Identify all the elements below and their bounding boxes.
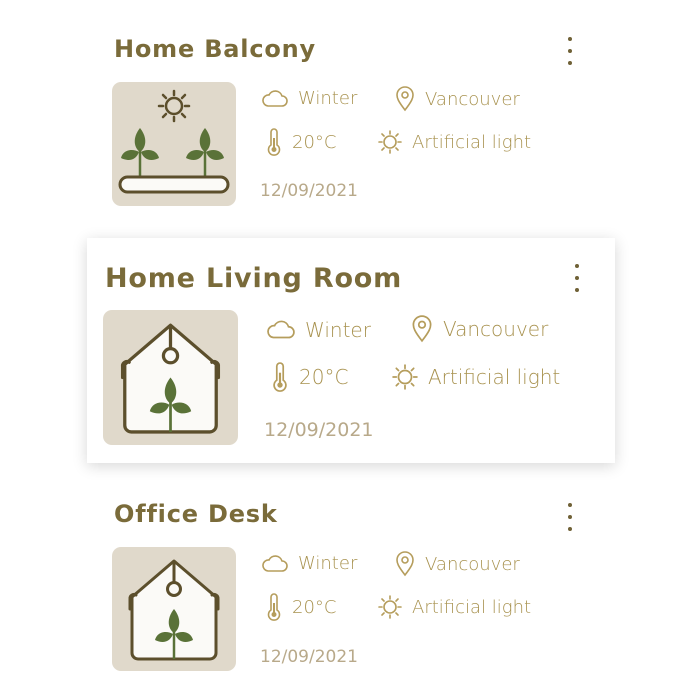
greenhouse-icon: [120, 323, 221, 434]
location-info: Vancouver: [395, 551, 520, 577]
menu-dot: [568, 503, 572, 507]
cloud-icon: [262, 554, 288, 572]
more-options-button[interactable]: [565, 37, 575, 65]
temperature-info: 20°C: [266, 128, 336, 156]
menu-dot: [575, 264, 579, 268]
season-info: Winter: [262, 553, 357, 574]
temperature-label: 20°C: [292, 596, 337, 618]
menu-dot: [568, 37, 572, 41]
location-label: Vancouver: [425, 88, 520, 110]
light-info: Artificial light: [378, 130, 531, 154]
location-info: Vancouver: [411, 315, 548, 343]
light-info: Artificial light: [392, 364, 560, 390]
more-options-button[interactable]: [565, 503, 575, 531]
thumbnail: [103, 310, 238, 445]
season-info: Winter: [262, 88, 357, 109]
more-options-button[interactable]: [572, 264, 582, 292]
card-title: Home Living Room: [105, 263, 403, 294]
light-label: Artificial light: [412, 596, 532, 618]
card-title: Home Balcony: [114, 35, 316, 63]
date-label: 12/09/2021: [260, 647, 358, 667]
card-title: Office Desk: [114, 500, 278, 528]
menu-dot: [575, 288, 579, 292]
light-info: Artificial light: [378, 595, 531, 619]
thermometer-icon: [273, 362, 287, 392]
plant-card-home-living-room[interactable]: Home Living Room Winter Vancouver 20°C A…: [87, 238, 615, 463]
plant-card-home-balcony[interactable]: Home Balcony Winter Vancouver 20°C Artif…: [0, 0, 700, 230]
thermometer-icon: [267, 128, 281, 156]
sun-icon: [378, 595, 402, 619]
date-label: 12/09/2021: [264, 419, 374, 441]
cloud-icon: [262, 89, 288, 107]
season-label: Winter: [298, 88, 358, 109]
thermometer-icon: [267, 593, 281, 621]
location-pin-icon: [412, 315, 432, 343]
thumbnail: [112, 82, 236, 206]
plant-card-office-desk[interactable]: Office Desk Winter Vancouver 20°C Artifi…: [0, 490, 700, 700]
menu-dot: [568, 49, 572, 53]
menu-dot: [568, 527, 572, 531]
menu-dot: [568, 515, 572, 519]
season-label: Winter: [305, 318, 371, 342]
menu-dot: [568, 61, 572, 65]
cloud-icon: [267, 320, 295, 339]
greenhouse-icon: [128, 559, 220, 661]
location-pin-icon: [396, 551, 414, 577]
season-label: Winter: [298, 553, 358, 574]
location-label: Vancouver: [425, 553, 520, 575]
thumbnail: [112, 547, 236, 671]
location-pin-icon: [396, 86, 414, 112]
season-info: Winter: [267, 318, 371, 342]
temperature-label: 20°C: [292, 131, 337, 153]
light-label: Artificial light: [428, 365, 561, 389]
date-label: 12/09/2021: [260, 181, 358, 201]
sun-icon: [378, 130, 402, 154]
location-label: Vancouver: [443, 317, 549, 341]
light-label: Artificial light: [412, 131, 532, 153]
location-info: Vancouver: [395, 86, 520, 112]
temperature-info: 20°C: [271, 362, 348, 392]
temperature-info: 20°C: [266, 593, 336, 621]
temperature-label: 20°C: [299, 365, 349, 389]
sun-icon: [392, 364, 418, 390]
menu-dot: [575, 276, 579, 280]
sun-planter-icon: [118, 89, 230, 194]
